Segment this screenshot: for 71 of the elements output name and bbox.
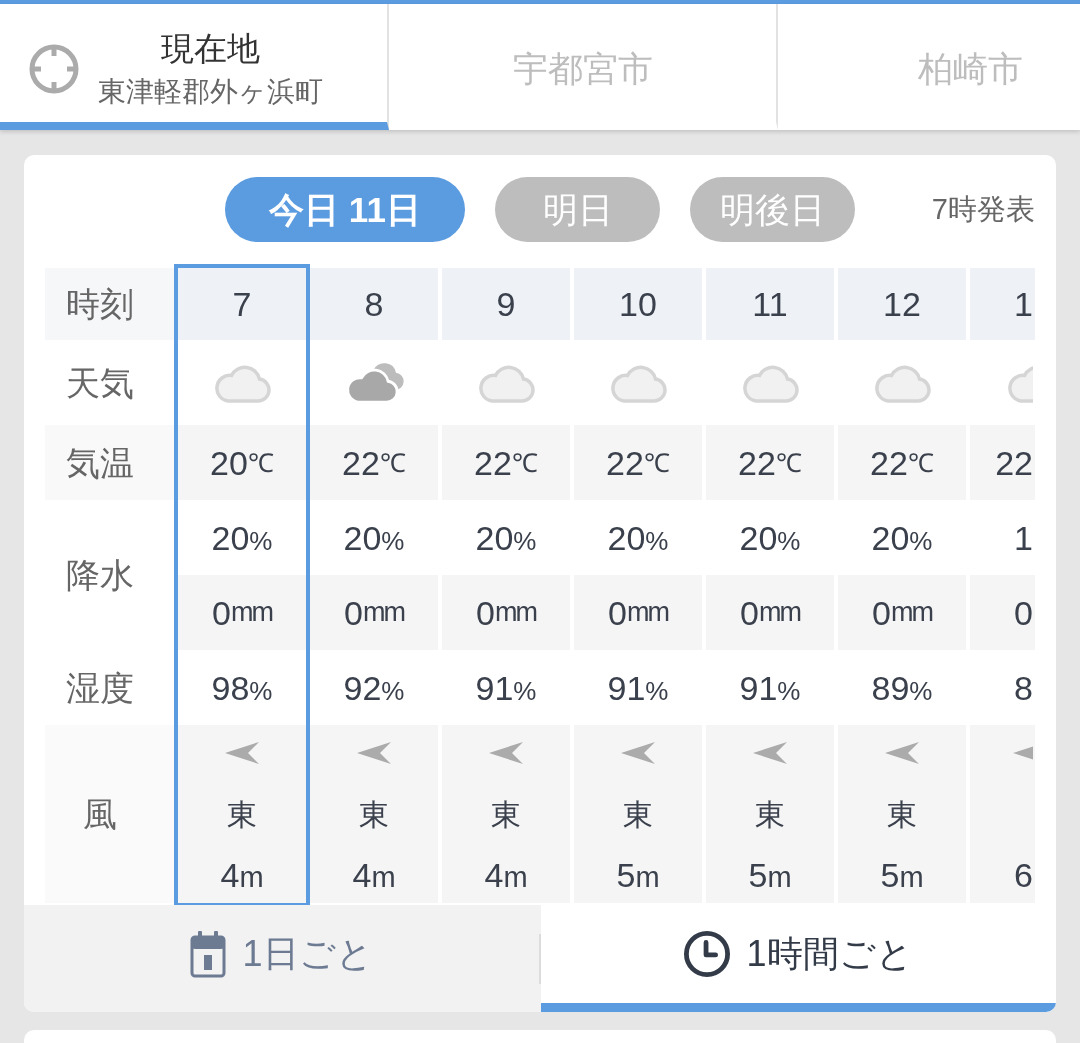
day-button[interactable]: 今日 11日 bbox=[225, 177, 465, 242]
temperature-cell: 22℃ bbox=[442, 425, 570, 500]
wind-speed-text: 6 bbox=[1014, 858, 1033, 892]
temperature-cell: 22℃ bbox=[706, 425, 834, 500]
humidity-text: 89% bbox=[871, 670, 933, 705]
humidity-text: 98% bbox=[211, 670, 273, 705]
temperature-cell: 22 bbox=[970, 425, 1035, 500]
location-tab[interactable]: 現在地 東津軽郡外ヶ浜町 bbox=[0, 4, 389, 130]
hour-cell: 12 bbox=[838, 268, 966, 340]
row-label: 天気 bbox=[66, 365, 134, 400]
location-tab[interactable]: 柏崎市 bbox=[778, 4, 1080, 130]
wind-direction-text: 東 bbox=[623, 800, 653, 830]
wind-arrow-icon bbox=[753, 742, 787, 764]
row-label: 風 bbox=[45, 725, 174, 903]
rain-amount-cell: 0 bbox=[970, 575, 1035, 650]
rain-amount-cell: 0mm bbox=[178, 575, 306, 650]
temperature-cell: 20℃ bbox=[178, 425, 306, 500]
wind-speed-text: 4m bbox=[220, 858, 264, 892]
wind-arrow-icon bbox=[885, 742, 919, 764]
rain-chance-text: 1 bbox=[1014, 520, 1033, 555]
wind-speed-text: 5m bbox=[880, 858, 924, 892]
hour-cell: 9 bbox=[442, 268, 570, 340]
rain-chance-text: 20% bbox=[739, 520, 801, 555]
rain-chance-text: 20% bbox=[211, 520, 273, 555]
wind-arrow-icon bbox=[489, 742, 523, 764]
humidity-text: 91% bbox=[475, 670, 537, 705]
location-tab[interactable]: 宇都宮市 bbox=[389, 4, 778, 130]
day-button[interactable]: 明後日 bbox=[690, 177, 855, 242]
row-label: 降水 bbox=[66, 558, 134, 592]
wind-direction-text: 東 bbox=[887, 800, 917, 830]
humidity-text: 91% bbox=[739, 670, 801, 705]
wind-arrow-icon bbox=[357, 742, 391, 764]
rain-chance-text: 20% bbox=[475, 520, 537, 555]
hour-cell: 1 bbox=[970, 268, 1035, 340]
wind-speed-text: 4m bbox=[484, 858, 528, 892]
crosshair-icon bbox=[28, 43, 80, 95]
wind-speed-text: 4m bbox=[352, 858, 396, 892]
hour-cell: 7 bbox=[178, 268, 306, 340]
wind-speed-text: 5m bbox=[748, 858, 792, 892]
humidity-text: 8 bbox=[1014, 670, 1033, 705]
temperature-cell: 22℃ bbox=[574, 425, 702, 500]
row-label: 湿度 bbox=[66, 670, 134, 705]
rain-amount-cell: 0mm bbox=[838, 575, 966, 650]
calendar-icon bbox=[190, 930, 227, 978]
rain-amount-cell: 0mm bbox=[706, 575, 834, 650]
temperature-cell: 22℃ bbox=[838, 425, 966, 500]
wind-direction-text: 東 bbox=[227, 800, 257, 830]
wind-direction-text: 東 bbox=[755, 800, 785, 830]
humidity-text: 91% bbox=[607, 670, 669, 705]
row-label: 気温 bbox=[45, 425, 174, 500]
humidity-text: 92% bbox=[343, 670, 405, 705]
rain-chance-text: 20% bbox=[343, 520, 405, 555]
wind-arrow-icon bbox=[225, 742, 259, 764]
wind-direction-text: 東 bbox=[491, 800, 521, 830]
wind-arrow-icon bbox=[621, 742, 655, 764]
row-label: 時刻 bbox=[45, 268, 174, 340]
clock-icon bbox=[684, 931, 731, 977]
wind-direction-text: 東 bbox=[359, 800, 389, 830]
hour-cell: 10 bbox=[574, 268, 702, 340]
rain-chance-text: 20% bbox=[607, 520, 669, 555]
temperature-cell: 22℃ bbox=[310, 425, 438, 500]
rain-amount-cell: 0mm bbox=[442, 575, 570, 650]
rain-amount-cell: 0mm bbox=[574, 575, 702, 650]
hour-cell: 11 bbox=[706, 268, 834, 340]
hour-cell: 8 bbox=[310, 268, 438, 340]
rain-chance-text: 20% bbox=[871, 520, 933, 555]
wind-speed-text: 5m bbox=[616, 858, 660, 892]
day-button[interactable]: 明日 bbox=[495, 177, 660, 242]
view-tab[interactable]: 1日ごと bbox=[24, 905, 539, 1012]
rain-amount-cell: 0mm bbox=[310, 575, 438, 650]
issued-time: 7時発表 bbox=[931, 195, 1035, 224]
